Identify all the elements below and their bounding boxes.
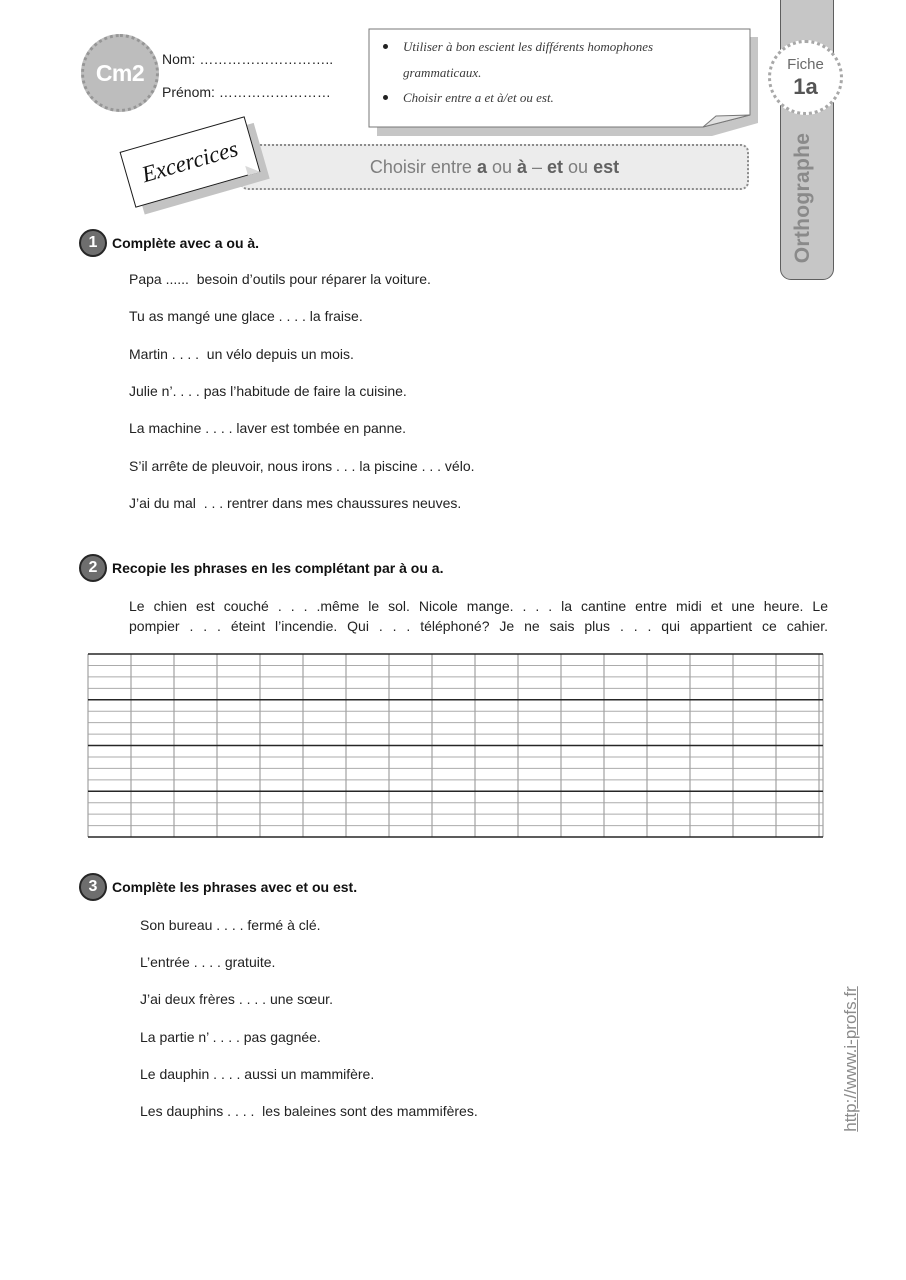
sentence: J’ai du mal . . . rentrer dans mes chaus… [129,494,462,511]
sentence: Le dauphin . . . . aussi un mammifère. [140,1065,375,1082]
sentence: J’ai deux frères . . . . une sœur. [140,991,333,1008]
sentence: Son bureau . . . . fermé à clé. [140,917,321,933]
sentence: La machine . . . . laver est tombée en p… [129,420,407,437]
handwriting-lines-grid [87,653,824,838]
worksheet-title: Choisir entre a ou à – et ou est [240,144,749,190]
title-part-bold: à [517,156,528,177]
exercise-2-heading: 2 Recopie les phrases en les complétant … [79,554,443,582]
sentence: Tu as mangé une glace . . . . la fraise. [129,308,363,325]
name-field: Nom: ……………………….. [162,50,333,68]
sentence: Papa ...... besoin d’outils pour réparer… [129,271,431,287]
title-part: ou [486,156,517,177]
title-part-bold: et [547,156,564,177]
exercise-number-badge: 2 [79,554,107,582]
objective-item: Choisir entre a et à/et ou est. [380,85,703,111]
objective-item: Utiliser à bon escient les différents ho… [380,34,703,85]
sentence: Julie n’. . . . pas l’habitude de faire … [129,382,407,399]
exercise-number-badge: 3 [79,873,107,901]
firstname-blank: …………………… [218,84,331,100]
title-part-bold: a [476,156,487,177]
firstname-field: Prénom: …………………… [162,83,331,101]
exercises-card-label: Excercices [138,135,241,188]
exercises-card: Excercices [119,116,261,208]
objective-text: Choisir entre a et à/et ou est. [403,90,554,105]
sentence: La partie n’ . . . . pas gagnée. [140,1028,321,1045]
sentence: S’il arrête de pleuvoir, nous irons . . … [129,457,475,474]
sticky-note-fold [702,114,751,128]
firstname-label: Prénom: [162,84,219,100]
exercise-3-sentences: Son bureau . . . . fermé à clé. L’entrée… [140,907,478,1130]
name-blank: ……………………….. [199,51,334,67]
exercise-instruction: Recopie les phrases en les complétant pa… [112,560,444,576]
title-part-bold: est [593,156,620,177]
exercise-1-sentences: Papa ...... besoin d’outils pour réparer… [129,261,475,522]
exercise-instruction: Complète les phrases avec et ou est. [112,879,358,895]
source-url-link[interactable]: http://www.i-profs.fr [841,986,861,1131]
sentence: L’entrée . . . . gratuite. [140,954,276,971]
exercise-2-paragraph: Le chien est couché . . . .même le sol. … [129,596,828,636]
level-badge-text: Cm2 [95,59,145,86]
exercise-3-heading: 3 Complète les phrases avec et ou est. [79,873,357,901]
fiche-badge: Fiche 1a [768,40,843,115]
exercise-number-badge: 1 [79,229,107,257]
sentence: Les dauphins . . . . les baleines sont d… [140,1103,478,1120]
bullet-icon [383,95,388,100]
subject-label: Orthographe [791,132,814,264]
level-badge: Cm2 [81,34,159,112]
exercise-1-heading: 1 Complète avec a ou à. [79,229,259,257]
bullet-icon [383,44,388,49]
sentence: Martin . . . . un vélo depuis un mois. [129,345,354,362]
objectives-list: Utiliser à bon escient les différents ho… [380,34,710,111]
objective-text: Utiliser à bon escient les différents ho… [403,39,654,80]
name-label: Nom: [162,51,200,67]
title-part: Choisir entre [369,156,477,177]
paragraph-line: pompier . . . éteint l’incendie. Qui . .… [129,618,828,634]
fiche-label: Fiche [787,55,824,73]
exercise-instruction: Complète avec a ou à. [112,235,260,251]
fiche-number: 1a [793,73,818,99]
title-part: – [527,156,548,177]
paragraph-line: Le chien est couché . . . .même le sol. … [129,598,828,614]
title-part: ou [563,156,594,177]
